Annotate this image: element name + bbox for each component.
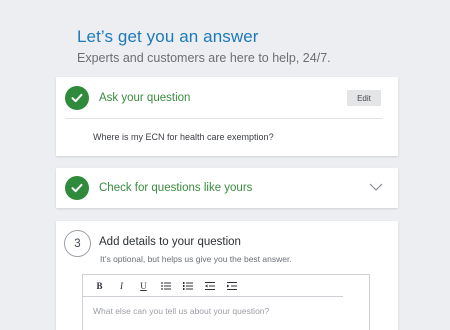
italic-button[interactable]: I [111,277,132,295]
step-add-details-card: 3 Add details to your question It’s opti… [56,221,398,330]
step-check-questions-card[interactable]: Check for questions like yours [56,168,398,208]
bullet-list-icon [160,281,171,290]
bold-button[interactable]: B [89,277,110,295]
chevron-down-icon[interactable] [369,182,383,192]
step-title: Ask your question [99,92,191,104]
details-input[interactable] [83,298,369,330]
page-title: Let’s get you an answer [77,27,259,46]
indent-button[interactable] [221,277,242,295]
question-text: Where is my ECN for health care exemptio… [93,132,274,142]
step-number: 3 [64,230,91,257]
check-icon [65,176,89,200]
numbered-list-button[interactable] [177,277,198,295]
step-ask-question-card: Ask your question Edit Where is my ECN f… [56,77,398,156]
bullet-list-button[interactable] [155,277,176,295]
step-title: Check for questions like yours [99,182,253,194]
step-hint: It’s optional, but helps us give you the… [100,254,292,264]
step-title: Add details to your question [99,236,241,248]
outdent-button[interactable] [199,277,220,295]
numbered-list-icon [182,281,193,290]
underline-button[interactable]: U [133,277,154,295]
edit-button[interactable]: Edit [347,90,381,106]
divider [65,118,383,119]
check-icon [65,86,89,110]
outdent-icon [204,281,215,290]
page: Let’s get you an answer Experts and cust… [0,0,450,330]
indent-icon [226,281,237,290]
page-subtitle: Experts and customers are here to help, … [77,51,331,65]
rich-text-editor: B I U [82,274,370,330]
editor-toolbar: B I U [83,275,343,297]
